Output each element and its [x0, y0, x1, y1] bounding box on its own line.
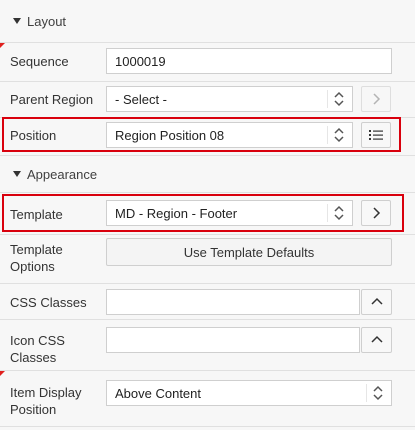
button-label: Use Template Defaults	[183, 244, 315, 260]
section-header-appearance[interactable]: Appearance	[0, 161, 415, 187]
css-classes-expand-button[interactable]	[361, 289, 392, 315]
row-css-classes: CSS Classes	[0, 284, 415, 320]
parent-region-value: - Select -	[115, 91, 168, 107]
icon-css-classes-label: Icon CSS Classes	[10, 332, 100, 366]
collapse-triangle-icon	[13, 171, 21, 177]
up-down-chevrons-icon	[366, 384, 389, 402]
label-line: Item Display	[10, 385, 82, 400]
chevron-up-icon	[370, 297, 383, 305]
chevron-up-icon	[370, 335, 383, 343]
section-header-layout[interactable]: Layout	[0, 8, 415, 34]
label-line: Options	[10, 259, 55, 274]
section-title: Appearance	[27, 166, 98, 182]
sequence-label: Sequence	[10, 54, 69, 69]
up-down-chevrons-icon	[327, 90, 350, 108]
row-parent-region: Parent Region - Select -	[0, 82, 415, 118]
label-line: Classes	[10, 350, 57, 365]
item-display-position-value: Above Content	[115, 385, 202, 401]
label-line: Template	[10, 242, 63, 257]
css-classes-input[interactable]	[106, 289, 360, 315]
row-item-display-position: Item Display Position Above Content	[0, 371, 415, 430]
sequence-input[interactable]: 1000019	[106, 48, 392, 74]
required-marker	[0, 43, 5, 48]
divider	[0, 155, 415, 156]
divider	[0, 426, 415, 427]
sequence-value: 1000019	[115, 53, 166, 69]
parent-region-select[interactable]: - Select -	[106, 86, 353, 112]
template-options-label: Template Options	[10, 241, 100, 275]
item-display-position-label: Item Display Position	[10, 384, 100, 418]
row-template-options: Template Options Use Template Defaults	[0, 235, 415, 283]
highlight-position	[2, 117, 401, 152]
required-marker	[0, 371, 5, 376]
icon-css-classes-expand-button[interactable]	[361, 327, 392, 353]
collapse-triangle-icon	[13, 18, 21, 24]
row-sequence: Sequence 1000019	[0, 43, 415, 81]
label-line: Position	[10, 402, 57, 417]
parent-region-go-button[interactable]	[361, 86, 391, 112]
divider	[0, 192, 415, 193]
highlight-template	[2, 194, 404, 232]
parent-region-label: Parent Region	[10, 92, 94, 107]
use-template-defaults-button[interactable]: Use Template Defaults	[106, 238, 392, 266]
label-line: Icon CSS	[10, 333, 65, 348]
icon-css-classes-input[interactable]	[106, 327, 360, 353]
css-classes-label: CSS Classes	[10, 295, 87, 310]
chevron-right-icon	[373, 93, 381, 105]
section-title: Layout	[27, 13, 67, 29]
row-icon-css-classes: Icon CSS Classes	[0, 320, 415, 370]
item-display-position-select[interactable]: Above Content	[106, 380, 392, 406]
